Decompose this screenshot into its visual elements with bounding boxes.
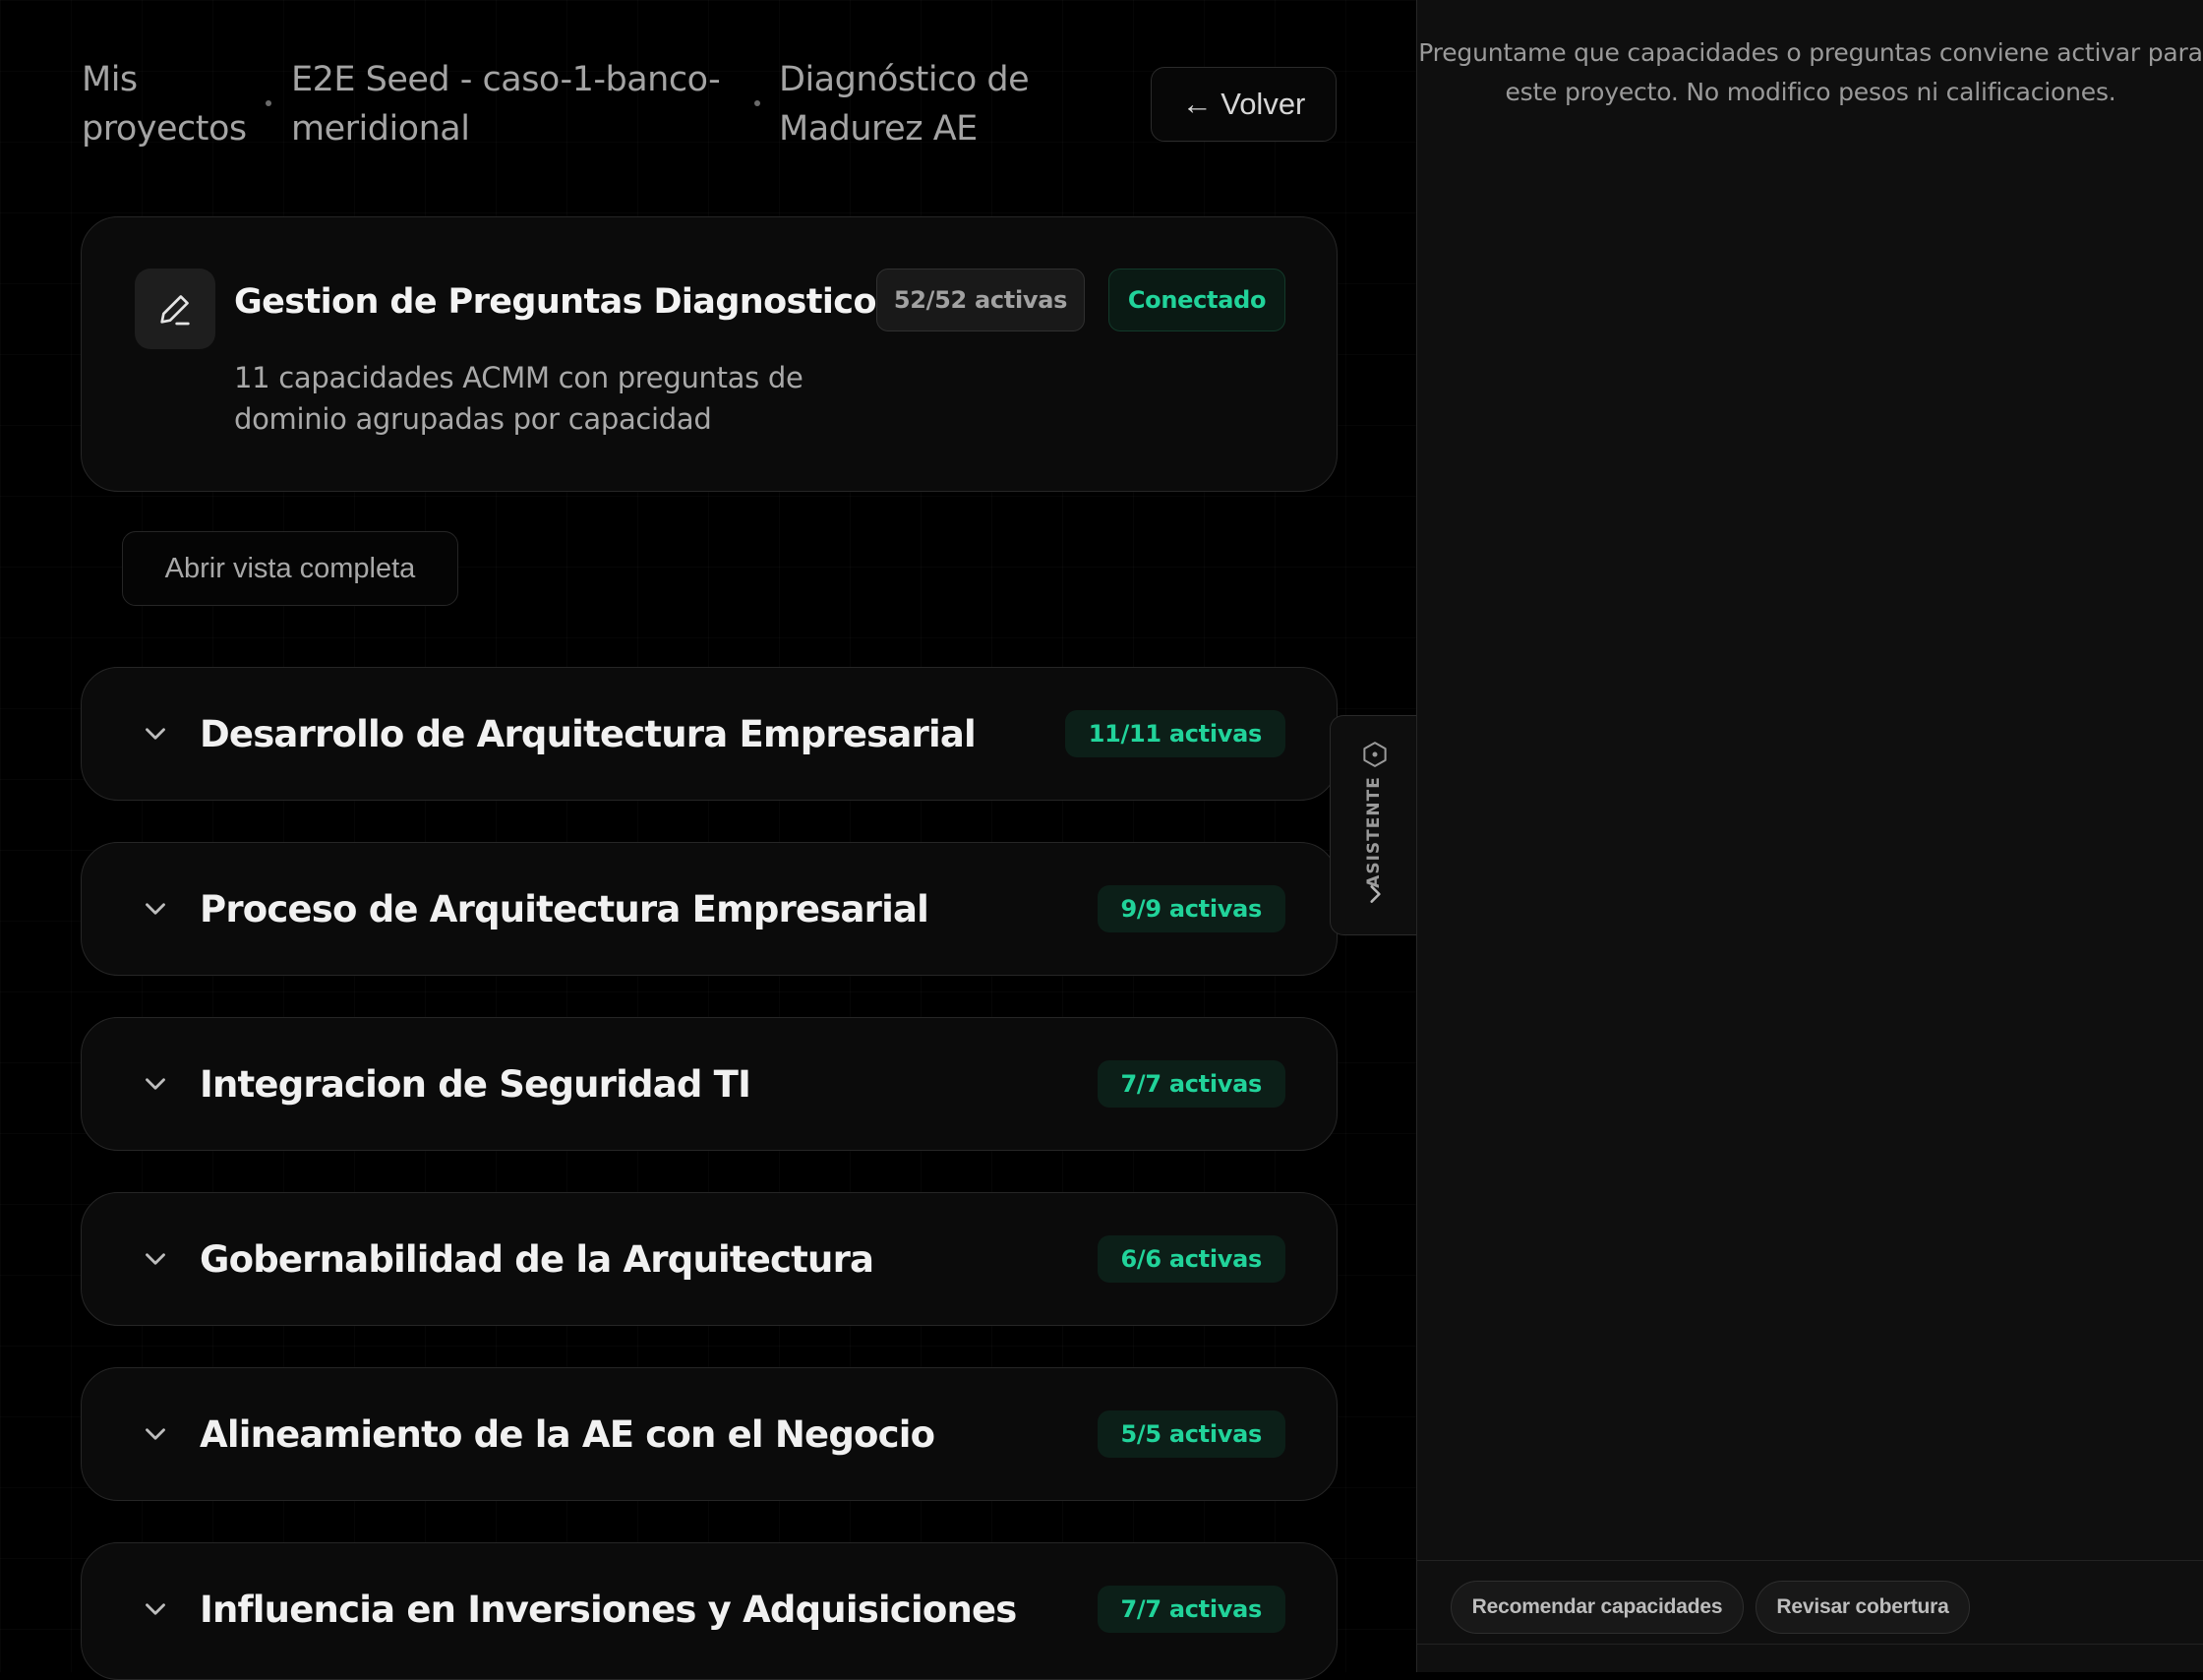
capability-active-badge: 6/6 activas [1097,1235,1285,1283]
capability-card[interactable]: Alineamiento de la AE con el Negocio 5/5… [81,1367,1338,1501]
assistant-hexagon-icon [1363,742,1387,767]
capability-card[interactable]: Desarrollo de Arquitectura Empresarial 1… [81,667,1338,801]
module-title: Gestion de Preguntas Diagnostico [234,282,877,322]
back-button[interactable]: ← Volver [1151,67,1337,142]
status-badge: Conectado [1108,269,1285,331]
capability-card[interactable]: Gobernabilidad de la Arquitectura 6/6 ac… [81,1192,1338,1326]
module-card: Gestion de Preguntas Diagnostico 11 capa… [81,216,1338,492]
breadcrumb-separator [754,100,760,106]
chevron-down-icon [146,1078,165,1090]
capability-active-badge: 9/9 activas [1097,885,1285,932]
recommend-capabilities-chip[interactable]: Recomendar capacidades [1451,1581,1744,1634]
capability-title: Proceso de Arquitectura Empresarial [200,887,929,930]
chevron-down-icon [146,903,165,915]
capability-title: Alineamiento de la AE con el Negocio [200,1412,935,1456]
capability-card[interactable]: Proceso de Arquitectura Empresarial 9/9 … [81,842,1338,976]
chevron-right-icon [1370,885,1381,903]
capability-active-badge: 5/5 activas [1097,1410,1285,1458]
assistant-panel: Preguntame que capacidades o preguntas c… [1416,0,2203,1672]
capability-title: Influencia en Inversiones y Adquisicione… [200,1588,1017,1631]
module-description: 11 capacidades ACMM con preguntas de dom… [234,361,804,436]
capability-active-badge: 7/7 activas [1097,1060,1285,1108]
pencil-icon [135,269,215,349]
capability-active-badge: 11/11 activas [1064,710,1285,757]
capability-card[interactable]: Integracion de Seguridad TI 7/7 activas [81,1017,1338,1151]
assistant-toggle-tab[interactable]: ASISTENTE [1330,715,1417,935]
breadcrumb-current: Diagnóstico de Madurez AE [779,60,1030,149]
open-full-view-button[interactable]: Abrir vista completa [122,531,458,606]
chevron-down-icon [146,1253,165,1265]
main-content: Mis proyectos E2E Seed - caso-1-banco-me… [0,0,1417,1680]
breadcrumb: Mis proyectos E2E Seed - caso-1-banco-me… [82,55,1030,163]
assistant-suggestions: Recomendar capacidades Revisar cobertura [1417,1560,2203,1645]
chevron-down-icon [146,1603,165,1615]
capability-active-badge: 7/7 activas [1097,1586,1285,1633]
chevron-down-icon [146,1428,165,1440]
review-coverage-chip[interactable]: Revisar cobertura [1756,1581,1970,1634]
capability-title: Integracion de Seguridad TI [200,1062,751,1106]
chevron-down-icon [146,728,165,740]
capability-title: Gobernabilidad de la Arquitectura [200,1237,874,1281]
capability-title: Desarrollo de Arquitectura Empresarial [200,712,977,755]
back-button-label: ← Volver [1181,87,1306,121]
breadcrumb-projects[interactable]: Mis proyectos [82,55,249,153]
breadcrumb-project[interactable]: E2E Seed - caso-1-banco-meridional [291,55,734,153]
assistant-tab-label: ASISTENTE [1364,776,1384,888]
assistant-message: Preguntame que capacidades o preguntas c… [1418,38,2203,106]
capability-card[interactable]: Influencia en Inversiones y Adquisicione… [81,1542,1338,1680]
active-count-badge: 52/52 activas [876,269,1085,331]
breadcrumb-separator [266,100,271,106]
